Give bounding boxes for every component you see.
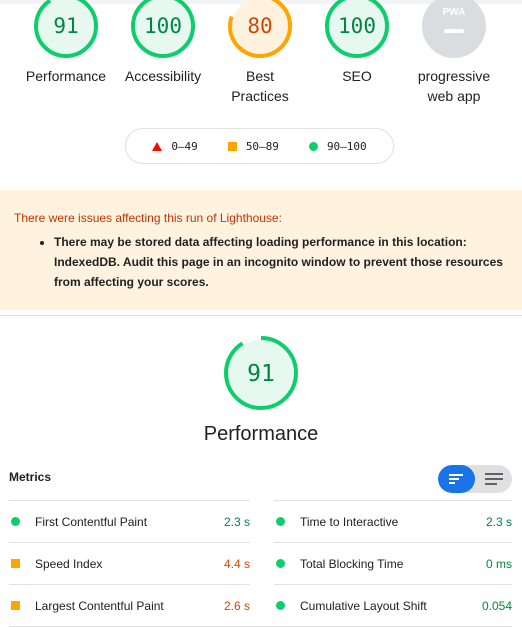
metric-largest-contentful-paint: Largest Contentful Paint 2.6 s bbox=[9, 584, 250, 626]
expanded-list-icon bbox=[484, 473, 503, 485]
metrics-view-toggle[interactable] bbox=[438, 465, 512, 493]
gauge-best-practices-label: Best Practices bbox=[231, 68, 289, 104]
gauge-accessibility-ring: 100 bbox=[131, 0, 195, 58]
metric-value: 2.6 s bbox=[223, 598, 250, 613]
legend-average: 50–89 bbox=[227, 139, 279, 153]
performance-title: Performance bbox=[203, 423, 319, 445]
average-square-icon bbox=[11, 601, 20, 610]
metric-first-contentful-paint: First Contentful Paint 2.3 s bbox=[9, 500, 250, 542]
performance-gauge-ring: 91 bbox=[224, 336, 298, 410]
metric-value: 2.3 s bbox=[223, 514, 250, 529]
metric-value: 2.3 s bbox=[485, 514, 512, 529]
metric-value: 4.4 s bbox=[223, 556, 250, 571]
metric-name: Cumulative Layout Shift bbox=[300, 598, 427, 613]
metric-name: Speed Index bbox=[35, 556, 103, 571]
legend-fail: 0–49 bbox=[152, 140, 198, 153]
gauge-best-practices-ring: 80 bbox=[228, 0, 292, 58]
gauge-performance-ring: 91 bbox=[34, 0, 98, 58]
legend-pass: 90–100 bbox=[308, 139, 367, 153]
metric-name: First Contentful Paint bbox=[35, 514, 148, 529]
metric-name: Largest Contentful Paint bbox=[35, 598, 164, 613]
metric-cumulative-layout-shift: Cumulative Layout Shift 0.054 bbox=[274, 584, 512, 626]
gauge-best-practices[interactable]: 80 Best Practices bbox=[210, 0, 310, 106]
metric-total-blocking-time: Total Blocking Time 0 ms bbox=[274, 542, 512, 584]
average-square-icon bbox=[11, 559, 20, 568]
gauge-performance[interactable]: 91 Performance bbox=[16, 0, 116, 86]
metric-time-to-interactive: Time to Interactive 2.3 s bbox=[274, 500, 512, 542]
performance-score: 91 bbox=[247, 361, 275, 387]
gauge-seo-ring: 100 bbox=[325, 0, 389, 58]
warning-item: There may be stored data affecting loadi… bbox=[54, 232, 508, 292]
pass-circle-icon bbox=[308, 141, 318, 151]
gauge-seo-score: 100 bbox=[338, 14, 376, 38]
pass-circle-icon bbox=[276, 559, 285, 568]
warning-list: There may be stored data affecting loadi… bbox=[14, 232, 508, 292]
gauge-pwa[interactable]: PWA progressive web app bbox=[404, 0, 504, 106]
legend-pass-label: 90–100 bbox=[326, 139, 367, 153]
legend-average-label: 50–89 bbox=[245, 139, 279, 153]
gauge-best-practices-score: 80 bbox=[247, 14, 272, 38]
pass-circle-icon bbox=[11, 517, 20, 526]
run-warnings: There were issues affecting this run of … bbox=[0, 190, 522, 310]
warning-title: There were issues affecting this run of … bbox=[14, 211, 282, 225]
gauge-accessibility-label: Accessibility bbox=[124, 68, 202, 84]
section-divider bbox=[0, 315, 522, 316]
gauge-performance-label: Performance bbox=[25, 68, 107, 84]
metric-speed-index: Speed Index 4.4 s bbox=[9, 542, 250, 584]
compact-view-button[interactable] bbox=[438, 465, 475, 493]
expanded-view-button[interactable] bbox=[475, 465, 512, 493]
metric-name: Time to Interactive bbox=[300, 514, 399, 529]
gauge-performance-score: 91 bbox=[53, 14, 78, 38]
gauge-seo-label: SEO bbox=[342, 68, 372, 84]
metrics-title: Metrics bbox=[9, 470, 52, 484]
gauge-accessibility[interactable]: 100 Accessibility bbox=[113, 0, 213, 86]
score-legend: 0–49 50–89 90–100 bbox=[125, 128, 394, 164]
metric-value: 0.054 bbox=[481, 598, 512, 613]
gauge-pwa-label: progressive web app bbox=[417, 68, 491, 104]
pass-circle-icon bbox=[276, 601, 285, 610]
metric-value: 0 ms bbox=[485, 556, 512, 571]
performance-gauge[interactable]: 91 bbox=[224, 336, 298, 415]
pwa-badge-icon: PWA bbox=[422, 0, 486, 58]
pwa-badge-text: PWA bbox=[443, 7, 466, 18]
fail-triangle-icon bbox=[152, 141, 163, 151]
gauge-seo[interactable]: 100 SEO bbox=[307, 0, 407, 86]
pass-circle-icon bbox=[276, 517, 285, 526]
average-square-icon bbox=[227, 141, 237, 151]
legend-fail-label: 0–49 bbox=[171, 139, 198, 153]
gauge-accessibility-score: 100 bbox=[144, 14, 182, 38]
metric-name: Total Blocking Time bbox=[300, 556, 404, 571]
compact-list-icon bbox=[448, 474, 463, 484]
